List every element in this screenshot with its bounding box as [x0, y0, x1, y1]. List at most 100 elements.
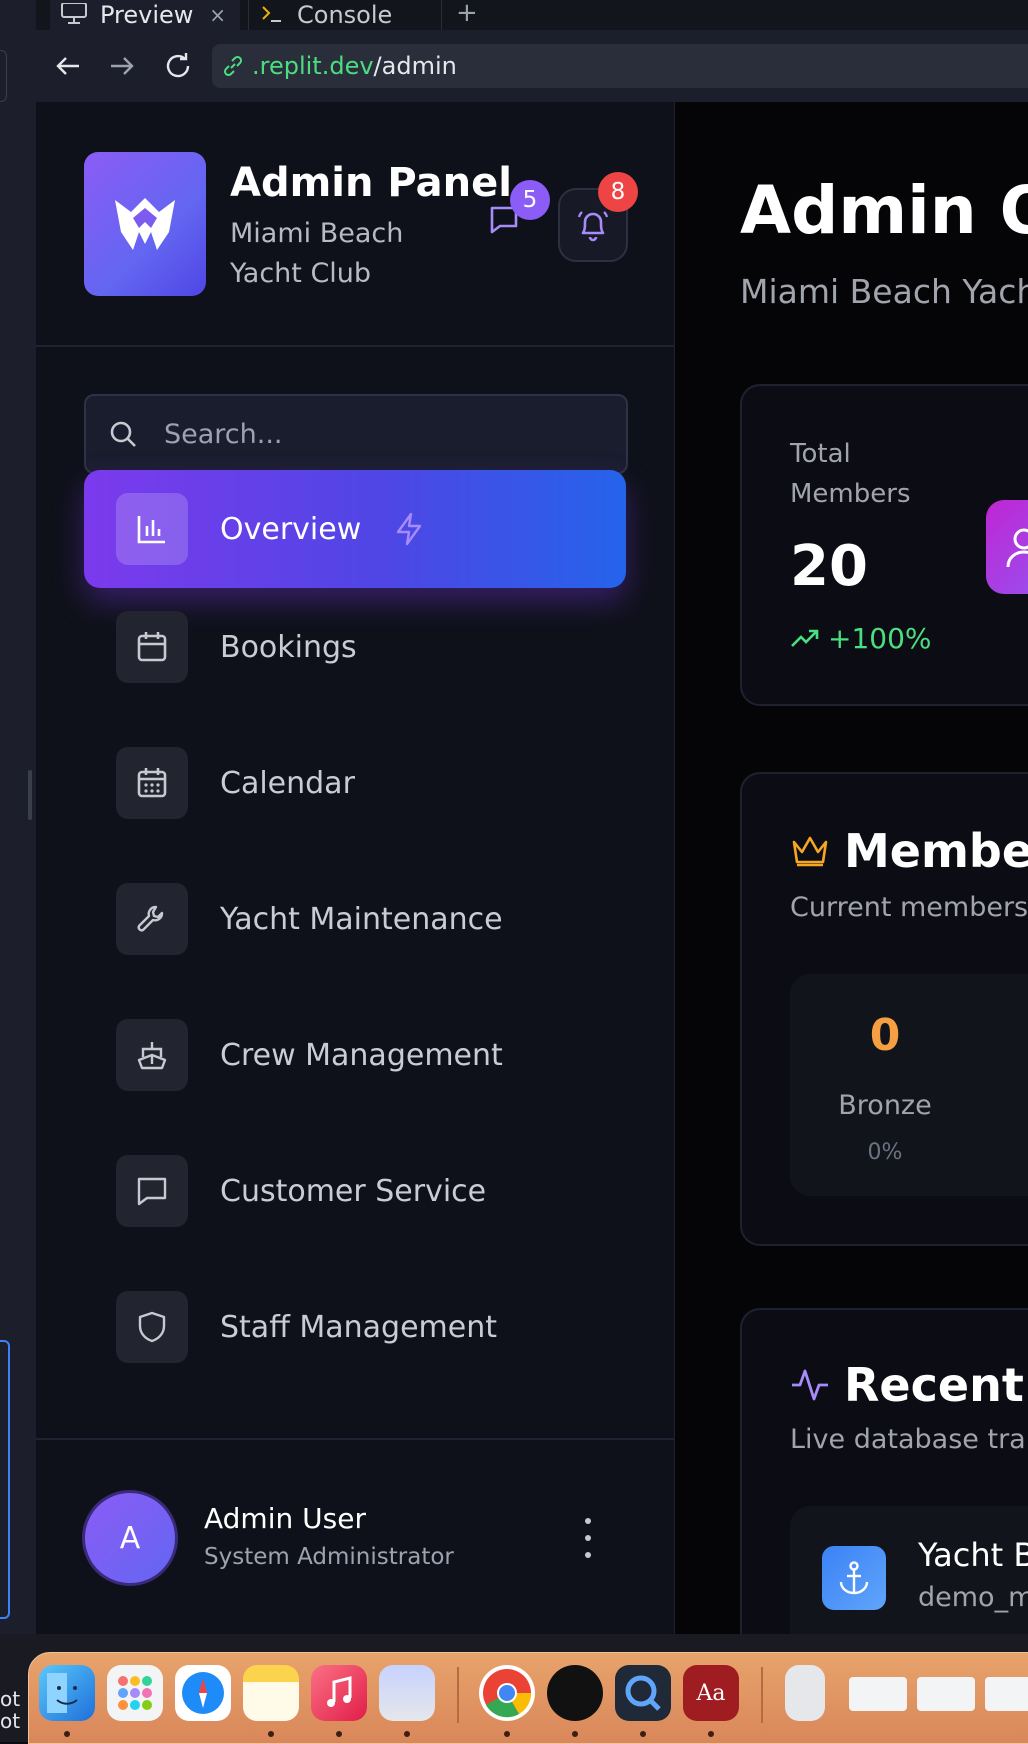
browser-url-bar: .replit.dev/admin: [36, 30, 1028, 103]
finder-face-icon: [47, 1673, 78, 1713]
sidebar-item-label: Yacht Maintenance: [220, 901, 503, 937]
address-field[interactable]: .replit.dev/admin: [212, 44, 1028, 88]
stat-card-total-members: Total Members 20 +100%: [740, 384, 1028, 706]
trending-up-icon: [791, 629, 819, 647]
link-icon: [223, 55, 243, 77]
sidebar-brand: Admin Panel Miami Beach Yacht Club 5 8: [36, 102, 674, 347]
background-panel-outline: [0, 1340, 10, 1619]
brand-subtitle: Miami Beach Yacht Club: [230, 218, 404, 289]
back-button[interactable]: [52, 50, 84, 82]
members-icon-tile: [986, 500, 1028, 594]
sidebar-search[interactable]: [84, 394, 628, 474]
admin-sidebar: Admin Panel Miami Beach Yacht Club 5 8 O…: [36, 102, 675, 1636]
stat-change-value: +100%: [828, 622, 932, 655]
background-panel-edge: [0, 50, 7, 102]
new-tab-button[interactable]: +: [456, 0, 478, 26]
nav-icon-container: [116, 611, 188, 683]
user-name: Admin User: [204, 1502, 366, 1535]
document-icon[interactable]: [785, 1665, 825, 1721]
running-indicator: [572, 1731, 578, 1737]
sidebar-item-calendar[interactable]: Calendar: [84, 724, 626, 842]
sidebar-item-yacht-maintenance[interactable]: Yacht Maintenance: [84, 860, 626, 978]
user-menu-button[interactable]: [576, 1518, 600, 1558]
sidebar-item-label: Calendar: [220, 765, 355, 801]
sidebar-item-label: Overview: [220, 511, 362, 547]
nav-icon-container: [116, 747, 188, 819]
messages-badge: 5: [510, 180, 550, 220]
nav-icon-container: [116, 1019, 188, 1091]
monitor-icon: [61, 3, 87, 24]
app-icon[interactable]: [547, 1665, 603, 1721]
music-note-icon: [327, 1676, 352, 1707]
dock-separator: [457, 1667, 459, 1723]
lightning-icon: [396, 512, 422, 546]
close-tab-icon[interactable]: ×: [209, 3, 226, 27]
preview-app-icon[interactable]: [379, 1665, 435, 1721]
forward-button[interactable]: [106, 50, 138, 82]
chrome-icon[interactable]: [479, 1665, 535, 1721]
music-icon[interactable]: [311, 1665, 367, 1721]
window-resize-handle[interactable]: [28, 770, 32, 820]
recent-subtitle: Live database tran: [790, 1424, 1028, 1455]
sidebar-item-customer-service[interactable]: Customer Service: [84, 1132, 626, 1250]
screenshot-thumbnail[interactable]: [985, 1677, 1028, 1711]
macos-dock: Aa: [28, 1652, 1028, 1744]
sidebar-item-label: Staff Management: [220, 1309, 498, 1345]
screenshot-thumbnail[interactable]: [849, 1677, 907, 1711]
terminal-icon: [262, 6, 281, 22]
running-indicator: [504, 1731, 510, 1737]
crown-icon: [792, 836, 828, 867]
reload-button[interactable]: [162, 50, 194, 82]
tier-bronze: 0 Bronze 0%: [790, 974, 1028, 1196]
dot: [585, 1552, 591, 1558]
avatar[interactable]: A: [82, 1490, 178, 1586]
screenshot-thumbnail[interactable]: [917, 1677, 975, 1711]
main-content: Admin Ov Miami Beach Yach Total Members …: [675, 102, 1028, 1634]
magnifier-q-icon: [625, 1675, 661, 1711]
activity-icon: [792, 1369, 828, 1401]
running-indicator: [64, 1731, 70, 1737]
anchor-icon: [839, 1561, 869, 1595]
stat-label: Total Members: [790, 439, 911, 509]
sidebar-item-staff-management[interactable]: Staff Management: [84, 1268, 626, 1386]
background-window-edge: [0, 0, 36, 1742]
stat-change: +100%: [790, 622, 932, 655]
recent-title: Recent A: [844, 1358, 1028, 1412]
bell-icon: [577, 211, 609, 242]
url-path: /admin: [373, 52, 457, 80]
logo-icon: [115, 198, 175, 250]
arrow-right-icon: [111, 57, 134, 75]
browser-tab-bar: Preview × Console +: [36, 0, 1028, 31]
tab-label: Preview: [100, 1, 194, 29]
page-subtitle: Miami Beach Yach: [740, 272, 1028, 311]
sidebar-item-crew-management[interactable]: Crew Management: [84, 996, 626, 1114]
search-icon: [110, 421, 136, 447]
calendar-grid-icon: [137, 768, 167, 798]
safari-icon[interactable]: [175, 1665, 231, 1721]
tab-preview[interactable]: Preview ×: [50, 0, 240, 30]
tab-console[interactable]: Console: [248, 0, 442, 30]
search-input[interactable]: [162, 417, 586, 451]
quicktime-icon[interactable]: [615, 1665, 671, 1721]
user-role: System Administrator: [204, 1544, 454, 1570]
sidebar-item-overview[interactable]: Overview: [84, 470, 626, 588]
user-icon: [1006, 528, 1028, 568]
page-title: Admin Ov: [740, 172, 1028, 249]
sidebar-item-bookings[interactable]: Bookings: [84, 588, 626, 706]
notifications-badge: 8: [598, 172, 638, 212]
wrench-icon: [137, 905, 164, 932]
tier-percent: 0%: [867, 1140, 903, 1165]
notes-icon[interactable]: [243, 1665, 299, 1721]
finder-icon[interactable]: [39, 1665, 95, 1721]
dictionary-icon[interactable]: Aa: [683, 1665, 739, 1721]
membership-header: Members: [790, 824, 1028, 878]
recent-header: Recent A: [790, 1358, 1028, 1412]
nav-icon-container: [116, 493, 188, 565]
sidebar-item-label: Customer Service: [220, 1173, 487, 1209]
nav-icon-container: [116, 883, 188, 955]
anchor-icon-tile: [822, 1546, 886, 1610]
brand-title: Admin Panel: [230, 160, 512, 206]
launchpad-icon[interactable]: [107, 1665, 163, 1721]
list-item[interactable]: Yacht B demo_m: [790, 1506, 1028, 1634]
app-logo[interactable]: [84, 152, 206, 296]
